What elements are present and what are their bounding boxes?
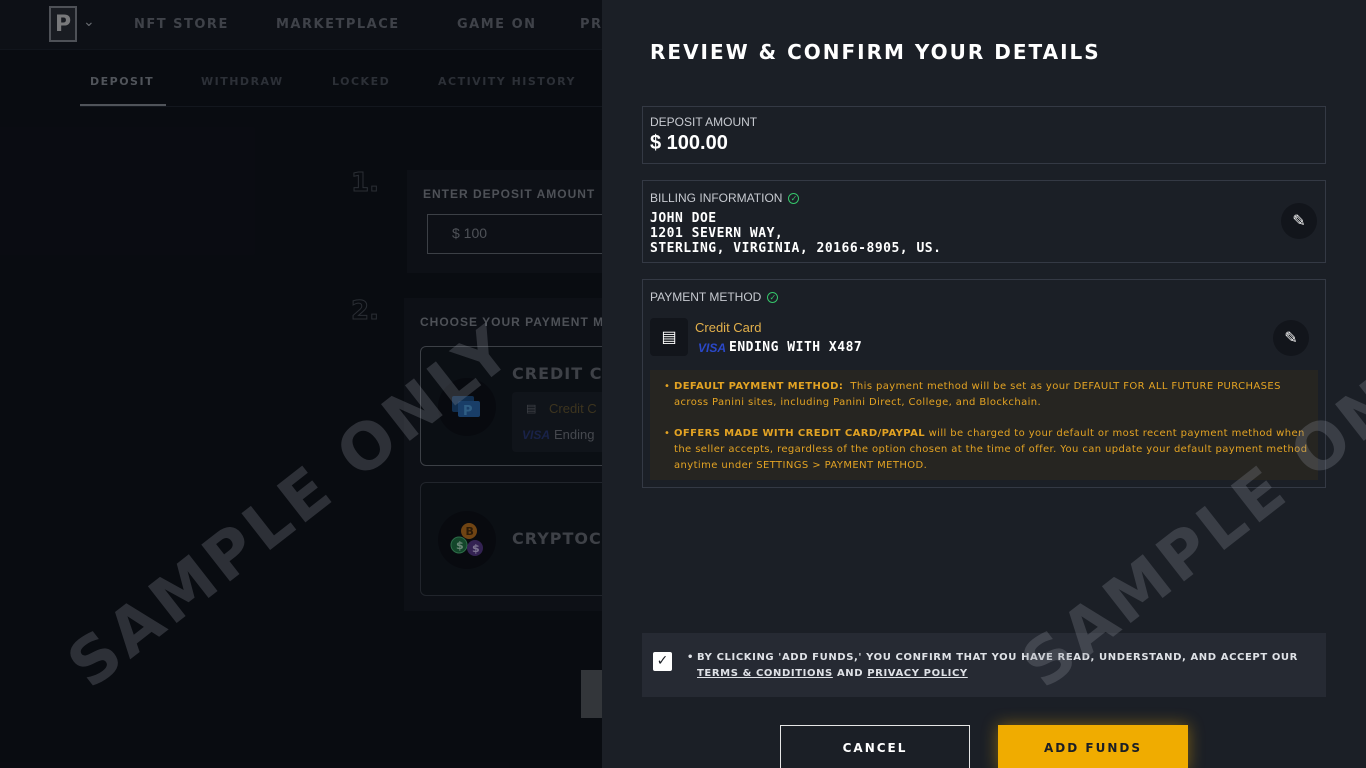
terms-checkbox[interactable]: ✓ [653, 652, 672, 671]
terms-prefix: BY CLICKING 'ADD FUNDS,' YOU CONFIRM THA… [697, 652, 1298, 663]
billing-information-label: BILLING INFORMATION ✓ [650, 191, 800, 205]
edit-payment-button[interactable]: ✎ [1273, 320, 1309, 356]
payment-method-summary-label-text: PAYMENT METHOD [650, 290, 762, 304]
billing-information-label-text: BILLING INFORMATION [650, 191, 783, 205]
offers-notice: • OFFERS MADE WITH CREDIT CARD/PAYPAL wi… [664, 426, 1309, 474]
payment-card-type: Credit Card [695, 320, 762, 335]
billing-information-summary: BILLING INFORMATION ✓ JOHN DOE 1201 SEVE… [642, 180, 1326, 263]
bullet: • [687, 652, 694, 663]
deposit-page: P ⌄ NFT STORE MARKETPLACE GAME ON PR DEP… [0, 0, 1366, 768]
credit-card-icon: ▤ [650, 318, 688, 356]
review-confirm-drawer: REVIEW & CONFIRM YOUR DETAILS DEPOSIT AM… [602, 0, 1366, 768]
deposit-amount-summary-label: DEPOSIT AMOUNT [650, 115, 757, 129]
pencil-icon: ✎ [1284, 330, 1298, 347]
cancel-button[interactable]: CANCEL [780, 725, 970, 768]
bullet: • [664, 428, 671, 439]
verified-check-icon: ✓ [788, 192, 800, 204]
add-funds-button[interactable]: ADD FUNDS [998, 725, 1188, 768]
payment-card-ending: ENDING WITH X487 [729, 340, 863, 355]
edit-billing-button[interactable]: ✎ [1281, 203, 1317, 239]
drawer-title: REVIEW & CONFIRM YOUR DETAILS [650, 40, 1101, 64]
deposit-amount-value: $ 100.00 [650, 132, 728, 154]
payment-notice: • DEFAULT PAYMENT METHOD: This payment m… [650, 370, 1318, 480]
billing-name: JOHN DOE [650, 211, 717, 226]
verified-check-icon: ✓ [767, 291, 779, 303]
privacy-policy-link[interactable]: PRIVACY POLICY [867, 668, 968, 679]
visa-logo: VISA [698, 341, 727, 355]
terms-and: AND [836, 668, 864, 679]
default-payment-notice-title: DEFAULT PAYMENT METHOD: [674, 381, 844, 392]
payment-method-summary-label: PAYMENT METHOD ✓ [650, 290, 779, 304]
terms-agreement: ✓ • BY CLICKING 'ADD FUNDS,' YOU CONFIRM… [642, 633, 1326, 697]
bullet: • [664, 381, 671, 392]
terms-text: • BY CLICKING 'ADD FUNDS,' YOU CONFIRM T… [687, 650, 1317, 682]
deposit-amount-summary: DEPOSIT AMOUNT $ 100.00 [642, 106, 1326, 164]
terms-conditions-link[interactable]: TERMS & CONDITIONS [697, 668, 833, 679]
billing-address-line-2: STERLING, VIRGINIA, 20166-8905, US. [650, 241, 942, 256]
default-payment-notice: • DEFAULT PAYMENT METHOD: This payment m… [664, 379, 1309, 411]
pencil-icon: ✎ [1292, 213, 1306, 230]
payment-method-summary: PAYMENT METHOD ✓ ▤ Credit Card VISA ENDI… [642, 279, 1326, 488]
billing-address-line-1: 1201 SEVERN WAY, [650, 226, 784, 241]
offers-notice-title: OFFERS MADE WITH CREDIT CARD/PAYPAL [674, 428, 925, 439]
deposit-amount-summary-label-text: DEPOSIT AMOUNT [650, 115, 758, 129]
